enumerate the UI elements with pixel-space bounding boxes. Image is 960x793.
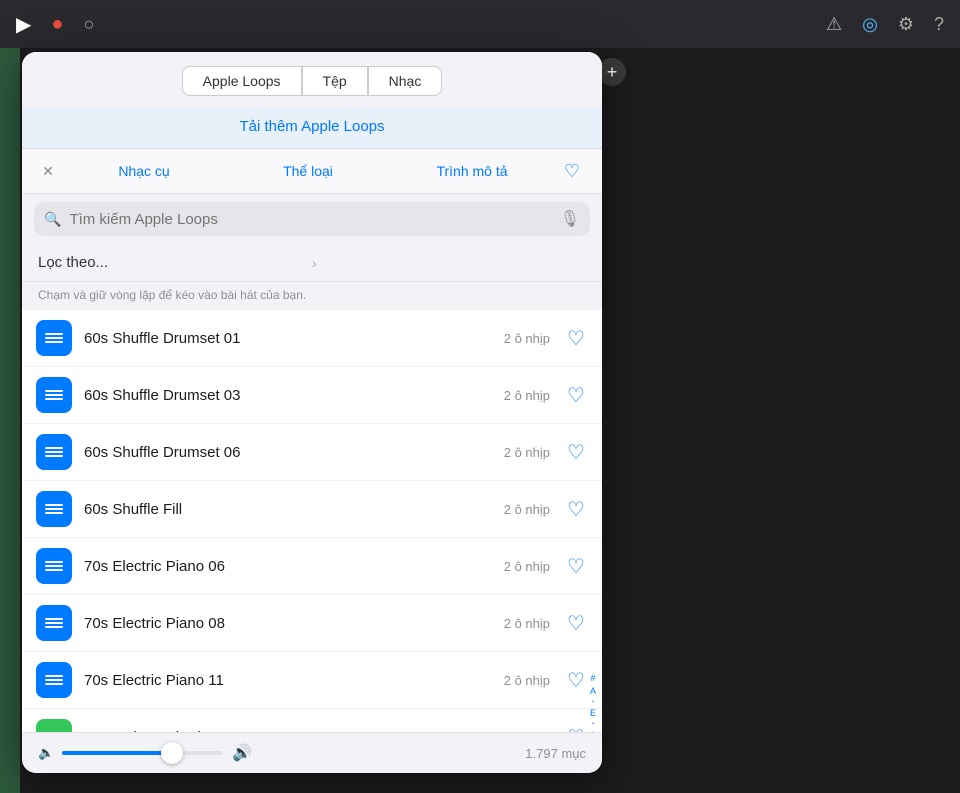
loop-fav-4[interactable]: ♡ xyxy=(564,554,588,579)
scroll-index-e[interactable]: E xyxy=(590,709,596,718)
gear-icon[interactable]: ⚙ xyxy=(898,14,914,35)
loop-icon-7: ♪ xyxy=(36,719,72,732)
loop-name-6: 70s Electric Piano 11 xyxy=(84,672,504,689)
search-icon: 🔍 xyxy=(44,211,61,228)
svg-text:♪: ♪ xyxy=(48,729,55,732)
filter-tabs: ✕ Nhạc cụ Thể loại Trình mô tả ♡ xyxy=(22,149,602,194)
bottom-controls: 🔈 🔊 1.797 mục xyxy=(22,732,602,773)
loop-fav-0[interactable]: ♡ xyxy=(564,326,588,351)
main-panel: Apple Loops Tệp Nhạc Tải thêm Apple Loop… xyxy=(22,52,602,773)
filter-tab-instrument[interactable]: Nhạc cụ xyxy=(62,157,226,185)
filter-label: Lọc theo... xyxy=(38,254,312,271)
list-item[interactable]: 60s Shuffle Drumset 03 2 ô nhịp ♡ xyxy=(22,367,602,424)
loop-icon-1 xyxy=(36,377,72,413)
loop-beats-1: 2 ô nhịp xyxy=(504,388,550,403)
loop-name-5: 70s Electric Piano 08 xyxy=(84,615,504,632)
loop-list: 60s Shuffle Drumset 01 2 ô nhịp ♡ 60s Sh… xyxy=(22,310,602,732)
list-item[interactable]: 70s Electric Piano 08 2 ô nhịp ♡ xyxy=(22,595,602,652)
loop-name-4: 70s Electric Piano 06 xyxy=(84,558,504,575)
volume-high-icon: 🔊 xyxy=(232,743,252,763)
loop-beats-0: 2 ô nhịp xyxy=(504,331,550,346)
record-icon[interactable]: ● xyxy=(51,13,63,36)
left-strip xyxy=(0,48,20,793)
filter-tab-genre[interactable]: Thể loại xyxy=(226,157,390,185)
plus-button[interactable]: + xyxy=(598,58,626,86)
loop-name-1: 60s Shuffle Drumset 03 xyxy=(84,387,504,404)
tab-music[interactable]: Nhạc xyxy=(368,66,443,96)
loop-beats-5: 2 ô nhịp xyxy=(504,616,550,631)
scroll-index-hash[interactable]: # xyxy=(590,674,595,683)
segment-control: Apple Loops Tệp Nhạc xyxy=(22,52,602,106)
loop-fav-1[interactable]: ♡ xyxy=(564,383,588,408)
item-count: 1.797 mục xyxy=(525,746,586,761)
filter-heart-button[interactable]: ♡ xyxy=(554,161,590,182)
search-bar: 🔍 🎙 xyxy=(34,202,590,236)
loop-icon-2 xyxy=(36,434,72,470)
warning-icon[interactable]: ⚠ xyxy=(826,14,842,35)
tab-files[interactable]: Tệp xyxy=(302,66,368,96)
play-icon[interactable]: ▶ xyxy=(16,12,31,37)
mic-icon[interactable]: 🎙 xyxy=(560,209,580,229)
scroll-index-a[interactable]: A xyxy=(590,687,596,696)
loop-beats-7: 4 ô nhịp xyxy=(504,730,550,733)
loop-icon-0 xyxy=(36,320,72,356)
loop-name-2: 60s Shuffle Drumset 06 xyxy=(84,444,504,461)
loop-beats-3: 2 ô nhịp xyxy=(504,502,550,517)
tab-apple-loops[interactable]: Apple Loops xyxy=(182,66,302,96)
volume-low-icon: 🔈 xyxy=(38,745,54,761)
loop-fav-2[interactable]: ♡ xyxy=(564,440,588,465)
download-banner: Tải thêm Apple Loops xyxy=(22,106,602,149)
list-item[interactable]: 60s Shuffle Drumset 06 2 ô nhịp ♡ xyxy=(22,424,602,481)
scroll-index: # A • E • I • M • Q • U • Z xyxy=(584,670,602,732)
loop-name-3: 60s Shuffle Fill xyxy=(84,501,504,518)
volume-slider[interactable] xyxy=(62,743,222,763)
headphone-icon[interactable]: ◎ xyxy=(862,14,878,35)
loop-icon-5 xyxy=(36,605,72,641)
loop-beats-6: 2 ô nhịp xyxy=(504,673,550,688)
loop-name-7: 70s Latin Rock Piano xyxy=(84,729,504,733)
loop-icon-4 xyxy=(36,548,72,584)
loop-icon-3 xyxy=(36,491,72,527)
filter-row[interactable]: Lọc theo... › xyxy=(22,244,602,282)
list-item[interactable]: 70s Electric Piano 06 2 ô nhịp ♡ xyxy=(22,538,602,595)
loop-name-0: 60s Shuffle Drumset 01 xyxy=(84,330,504,347)
list-item[interactable]: 60s Shuffle Drumset 01 2 ô nhịp ♡ xyxy=(22,310,602,367)
filter-close-button[interactable]: ✕ xyxy=(34,157,62,185)
loop-beats-4: 2 ô nhịp xyxy=(504,559,550,574)
toolbar: ▶ ● ○ ⚠ ◎ ⚙ ? xyxy=(0,0,960,48)
cycle-icon[interactable]: ○ xyxy=(83,14,94,35)
list-item[interactable]: 60s Shuffle Fill 2 ô nhịp ♡ xyxy=(22,481,602,538)
loop-beats-2: 2 ô nhịp xyxy=(504,445,550,460)
scroll-index-i[interactable]: I xyxy=(592,731,595,732)
help-icon[interactable]: ? xyxy=(934,14,944,35)
list-item[interactable]: ♪ 70s Latin Rock Piano 4 ô nhịp ♡ xyxy=(22,709,602,732)
loop-icon-6 xyxy=(36,662,72,698)
hint-text: Chạm và giữ vòng lặp để kéo vào bài hát … xyxy=(22,282,602,310)
list-item[interactable]: 70s Electric Piano 11 2 ô nhịp ♡ xyxy=(22,652,602,709)
search-input[interactable] xyxy=(69,211,559,228)
download-link[interactable]: Tải thêm Apple Loops xyxy=(239,118,384,135)
filter-tab-descriptor[interactable]: Trình mô tả xyxy=(390,157,554,185)
chevron-right-icon: › xyxy=(312,255,586,271)
loop-fav-5[interactable]: ♡ xyxy=(564,611,588,636)
loop-fav-3[interactable]: ♡ xyxy=(564,497,588,522)
